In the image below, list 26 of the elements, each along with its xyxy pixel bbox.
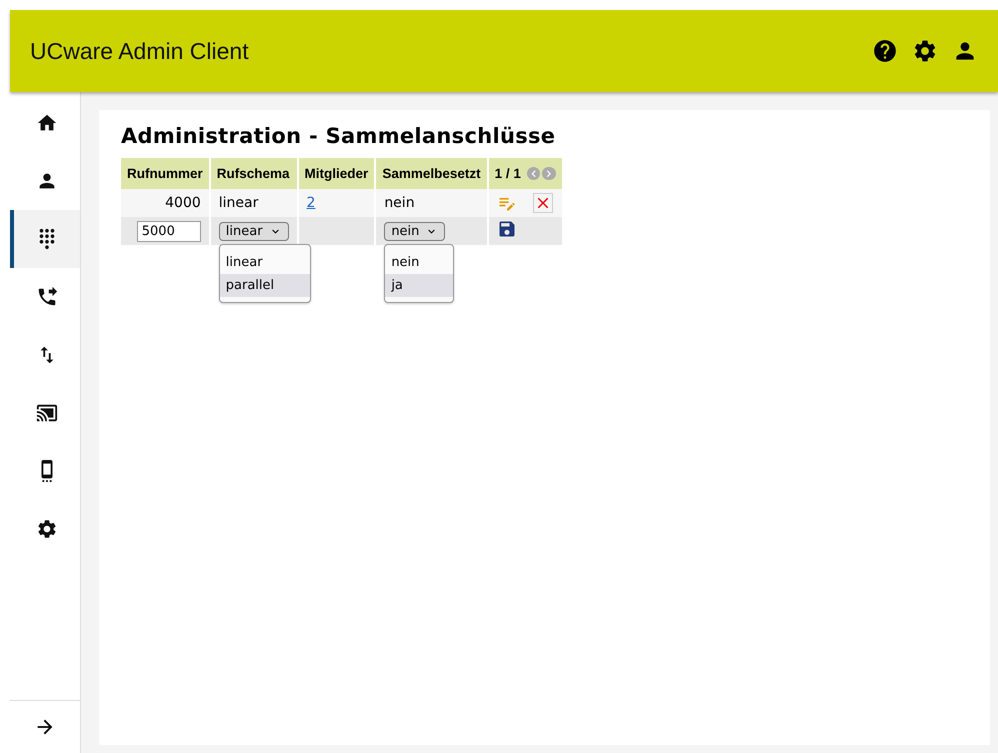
table-cell: linear bbox=[210, 189, 297, 217]
dropdown[interactable]: nein bbox=[384, 222, 446, 240]
dropdown-option[interactable]: parallel bbox=[220, 274, 310, 297]
dropdown-option[interactable]: nein bbox=[385, 251, 454, 274]
save-icon[interactable] bbox=[496, 219, 517, 239]
sidebar-item[interactable] bbox=[10, 210, 80, 268]
page-title: Administration - Sammelanschlüsse bbox=[121, 124, 556, 148]
help-icon[interactable] bbox=[872, 38, 898, 64]
pager-text: 1 / 1 bbox=[494, 166, 521, 181]
column-header: Rufnummer bbox=[121, 158, 209, 189]
column-header: Mitglieder bbox=[298, 158, 374, 189]
column-header: Rufschema bbox=[210, 158, 297, 189]
delete-icon[interactable] bbox=[532, 193, 553, 213]
column-header: Sammelbesetzt bbox=[376, 158, 487, 189]
dropdown-option[interactable]: ja bbox=[385, 274, 454, 297]
table-cell: nein bbox=[376, 189, 487, 217]
table-cell: 4000 bbox=[121, 189, 209, 217]
members-link[interactable]: 2 bbox=[306, 195, 316, 211]
dropdown-option[interactable]: linear bbox=[220, 251, 310, 274]
app-title: UCware Admin Client bbox=[30, 38, 249, 64]
phone-forward-icon bbox=[36, 286, 58, 308]
settings-icon[interactable] bbox=[912, 38, 938, 64]
settings-icon bbox=[36, 518, 58, 540]
dropdown[interactable]: linear bbox=[218, 222, 289, 240]
number-field[interactable]: 5000 bbox=[136, 220, 201, 242]
cast-icon bbox=[36, 402, 58, 424]
